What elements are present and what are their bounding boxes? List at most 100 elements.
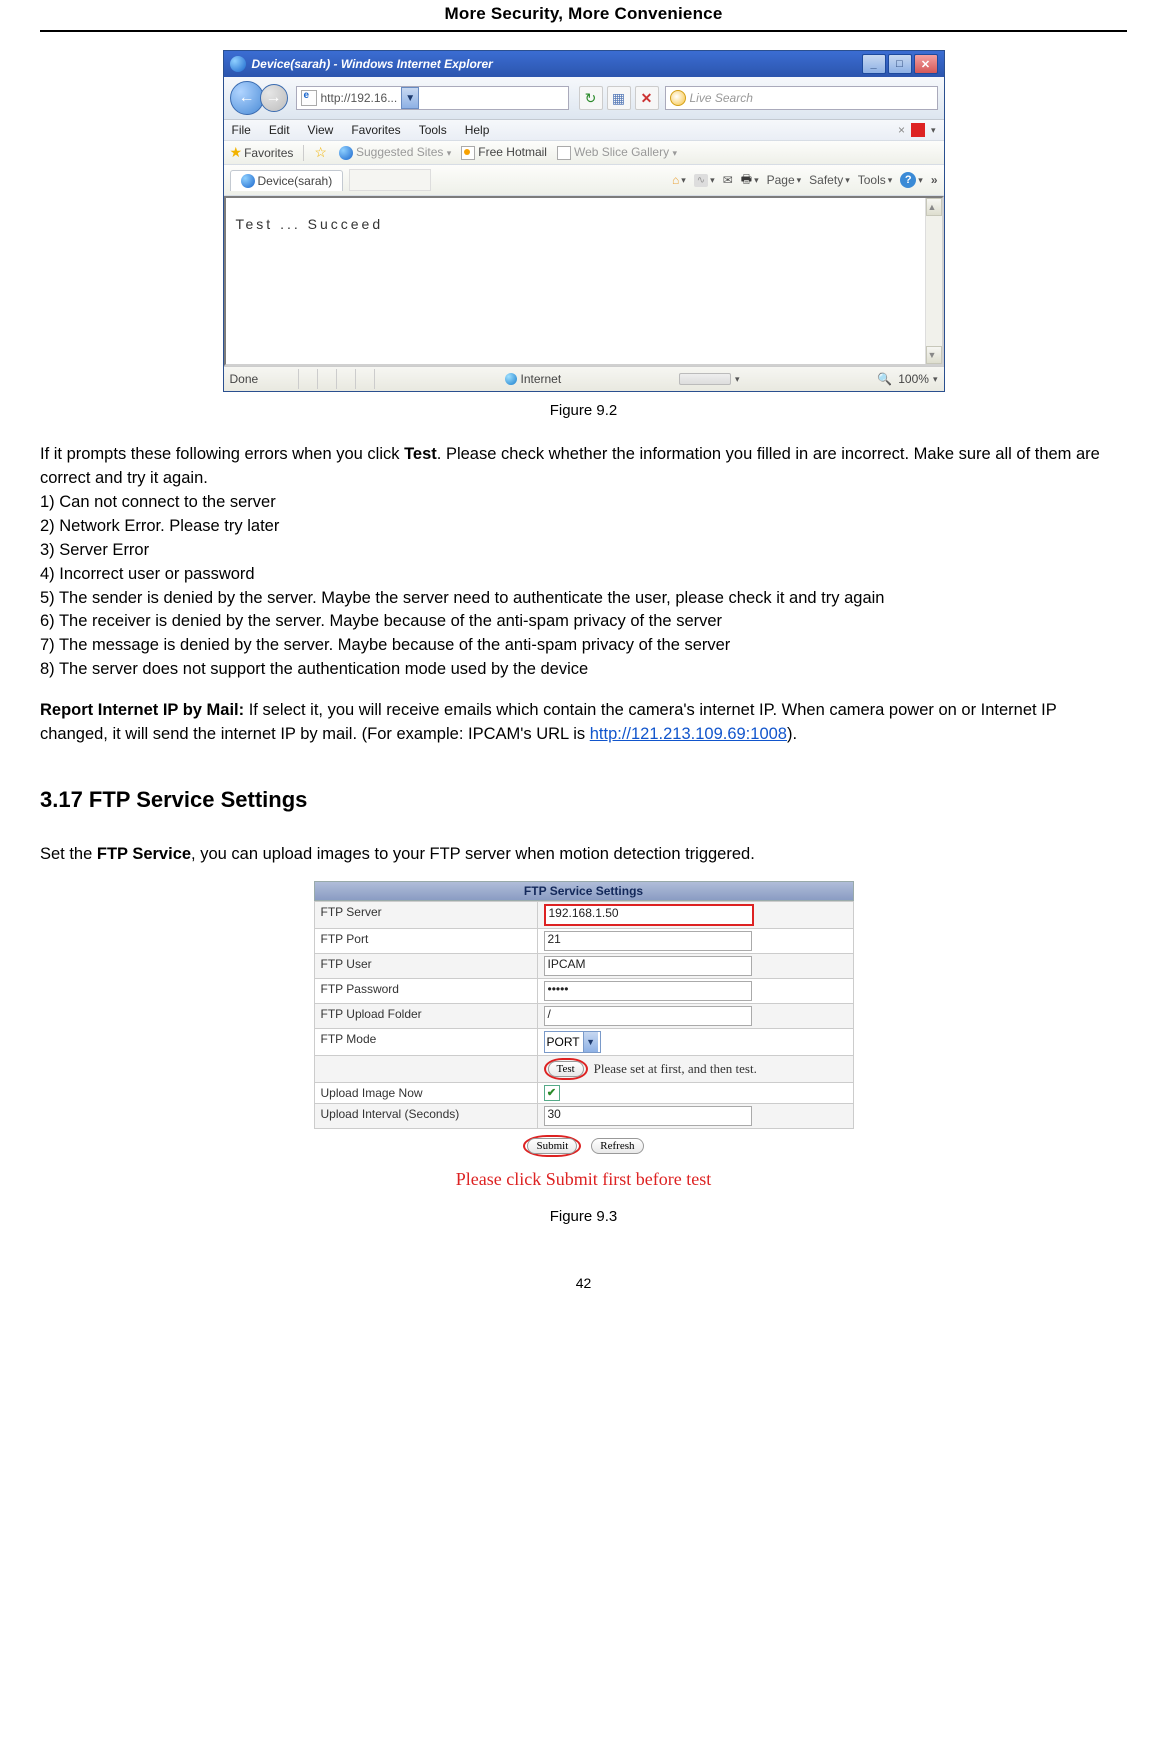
- stop-button[interactable]: ✕: [635, 86, 659, 110]
- section-heading-317: 3.17 FTP Service Settings: [40, 787, 1127, 813]
- browser-content: Test ... Succeed ▲ ▼: [224, 196, 944, 366]
- test-button[interactable]: Test: [548, 1061, 584, 1077]
- ftp-user-input[interactable]: IPCAM: [544, 956, 752, 976]
- ftp-server-input[interactable]: 192.168.1.50: [544, 904, 754, 926]
- submit-highlight-ring: Submit: [523, 1135, 581, 1157]
- vertical-scrollbar[interactable]: ▲ ▼: [925, 198, 942, 364]
- upload-now-label: Upload Image Now: [315, 1083, 538, 1103]
- flag-icon[interactable]: [911, 123, 925, 137]
- zoom-icon: 🔍: [877, 372, 892, 386]
- ftp-mode-label: FTP Mode: [315, 1029, 538, 1055]
- menu-edit[interactable]: Edit: [269, 123, 290, 137]
- menu-tools[interactable]: Tools: [419, 123, 447, 137]
- search-placeholder: Live Search: [690, 91, 753, 105]
- page-small-icon: [557, 146, 571, 160]
- minimize-button[interactable]: _: [862, 54, 886, 74]
- status-bar: Done Internet ▾ 🔍 100% ▾: [224, 366, 944, 391]
- address-text: http://192.16...: [321, 91, 398, 105]
- menu-view[interactable]: View: [308, 123, 334, 137]
- favorites-button[interactable]: ★Favorites: [230, 144, 294, 161]
- ftp-port-label: FTP Port: [315, 929, 538, 953]
- protected-mode[interactable]: ▾: [679, 373, 740, 385]
- menu-help[interactable]: Help: [465, 123, 490, 137]
- error-item: 2) Network Error. Please try later: [40, 517, 279, 535]
- feeds-button[interactable]: ∿▾: [694, 174, 715, 187]
- upload-interval-label: Upload Interval (Seconds): [315, 1104, 538, 1128]
- separator: [303, 145, 304, 161]
- page-header: More Security, More Convenience: [40, 0, 1127, 32]
- read-mail-button[interactable]: ✉: [723, 173, 733, 187]
- tools-menu[interactable]: Tools▾: [858, 173, 893, 187]
- compat-button[interactable]: ▦: [607, 86, 631, 110]
- suggested-sites-link[interactable]: Suggested Sites ▾: [339, 145, 451, 160]
- menu-file[interactable]: File: [232, 123, 251, 137]
- upload-interval-input[interactable]: 30: [544, 1106, 752, 1126]
- safety-menu[interactable]: Safety▾: [809, 173, 850, 187]
- star-icon: ★: [230, 144, 243, 160]
- printer-icon: 🖶: [741, 170, 752, 191]
- free-hotmail-link[interactable]: Free Hotmail: [461, 145, 547, 160]
- ie-logo-icon: [230, 56, 246, 72]
- ftp-mode-select[interactable]: PORT ▼: [544, 1031, 601, 1053]
- mail-icon: ✉: [723, 173, 733, 187]
- error-item: 7) The message is denied by the server. …: [40, 636, 730, 654]
- help-button[interactable]: ?▾: [900, 172, 923, 188]
- ftp-folder-input[interactable]: /: [544, 1006, 752, 1026]
- maximize-button[interactable]: □: [888, 54, 912, 74]
- security-slider-icon: [679, 373, 731, 385]
- scroll-down-icon[interactable]: ▼: [926, 346, 942, 364]
- address-dropdown-icon[interactable]: ▼: [401, 87, 419, 109]
- window-titlebar: Device(sarah) - Windows Internet Explore…: [224, 51, 944, 77]
- body-paragraph: If it prompts these following errors whe…: [40, 443, 1127, 682]
- test-result-text: Test ... Succeed: [236, 216, 384, 232]
- figure-caption-92: Figure 9.2: [40, 402, 1127, 419]
- tab-bar: Device(sarah) ⌂▾ ∿▾ ✉ 🖶▾ Page▾ Safety▾ T…: [224, 165, 944, 196]
- refresh-button[interactable]: ↻: [579, 86, 603, 110]
- add-fav-icon[interactable]: ☆: [314, 144, 327, 161]
- ftp-server-label: FTP Server: [315, 902, 538, 928]
- refresh-button[interactable]: Refresh: [591, 1138, 643, 1154]
- example-url-link[interactable]: http://121.213.109.69:1008: [590, 725, 787, 743]
- address-bar[interactable]: http://192.16... ▼: [296, 86, 569, 110]
- ftp-port-input[interactable]: 21: [544, 931, 752, 951]
- button-row: Submit Refresh: [314, 1129, 854, 1163]
- ftp-intro-paragraph: Set the FTP Service, you can upload imag…: [40, 843, 1127, 867]
- web-slice-link[interactable]: Web Slice Gallery ▾: [557, 145, 677, 160]
- zoom-control[interactable]: 🔍 100% ▾: [877, 372, 937, 386]
- back-button[interactable]: ←: [230, 81, 264, 115]
- upload-now-checkbox[interactable]: ✔: [544, 1085, 560, 1101]
- zoom-value: 100%: [898, 372, 929, 386]
- submit-button[interactable]: Submit: [527, 1138, 577, 1154]
- ftp-password-input[interactable]: •••••: [544, 981, 752, 1001]
- menu-favorites[interactable]: Favorites: [351, 123, 400, 137]
- ie-small-icon: [241, 174, 255, 188]
- search-box[interactable]: Live Search: [665, 86, 938, 110]
- more-chevron-icon[interactable]: »: [931, 173, 938, 187]
- close-button[interactable]: ✕: [914, 54, 938, 74]
- help-icon: ?: [900, 172, 916, 188]
- error-item: 1) Can not connect to the server: [40, 493, 276, 511]
- test-highlight-ring: Test: [544, 1058, 588, 1080]
- close-x-icon[interactable]: ×: [898, 123, 905, 137]
- window-title-text: Device(sarah) - Windows Internet Explore…: [252, 57, 493, 71]
- forward-button[interactable]: →: [260, 84, 288, 112]
- print-button[interactable]: 🖶▾: [741, 170, 759, 191]
- page-small-icon: [461, 146, 475, 160]
- ftp-password-label: FTP Password: [315, 979, 538, 1003]
- test-hint-text: Please set at first, and then test.: [594, 1061, 757, 1077]
- error-item: 6) The receiver is denied by the server.…: [40, 612, 722, 630]
- browser-tab[interactable]: Device(sarah): [230, 170, 344, 191]
- page-menu[interactable]: Page▾: [767, 173, 802, 187]
- page-icon: [301, 90, 317, 106]
- error-item: 8) The server does not support the authe…: [40, 660, 588, 678]
- report-ip-paragraph: Report Internet IP by Mail: If select it…: [40, 699, 1127, 747]
- home-button[interactable]: ⌂▾: [672, 173, 686, 187]
- ftp-folder-label: FTP Upload Folder: [315, 1004, 538, 1028]
- flag-dropdown-icon[interactable]: ▾: [931, 125, 936, 136]
- tab-title: Device(sarah): [258, 174, 333, 188]
- scroll-up-icon[interactable]: ▲: [926, 198, 942, 216]
- error-item: 4) Incorrect user or password: [40, 565, 255, 583]
- new-tab-button[interactable]: [349, 169, 431, 191]
- error-item: 3) Server Error: [40, 541, 149, 559]
- empty-label: [315, 1056, 538, 1082]
